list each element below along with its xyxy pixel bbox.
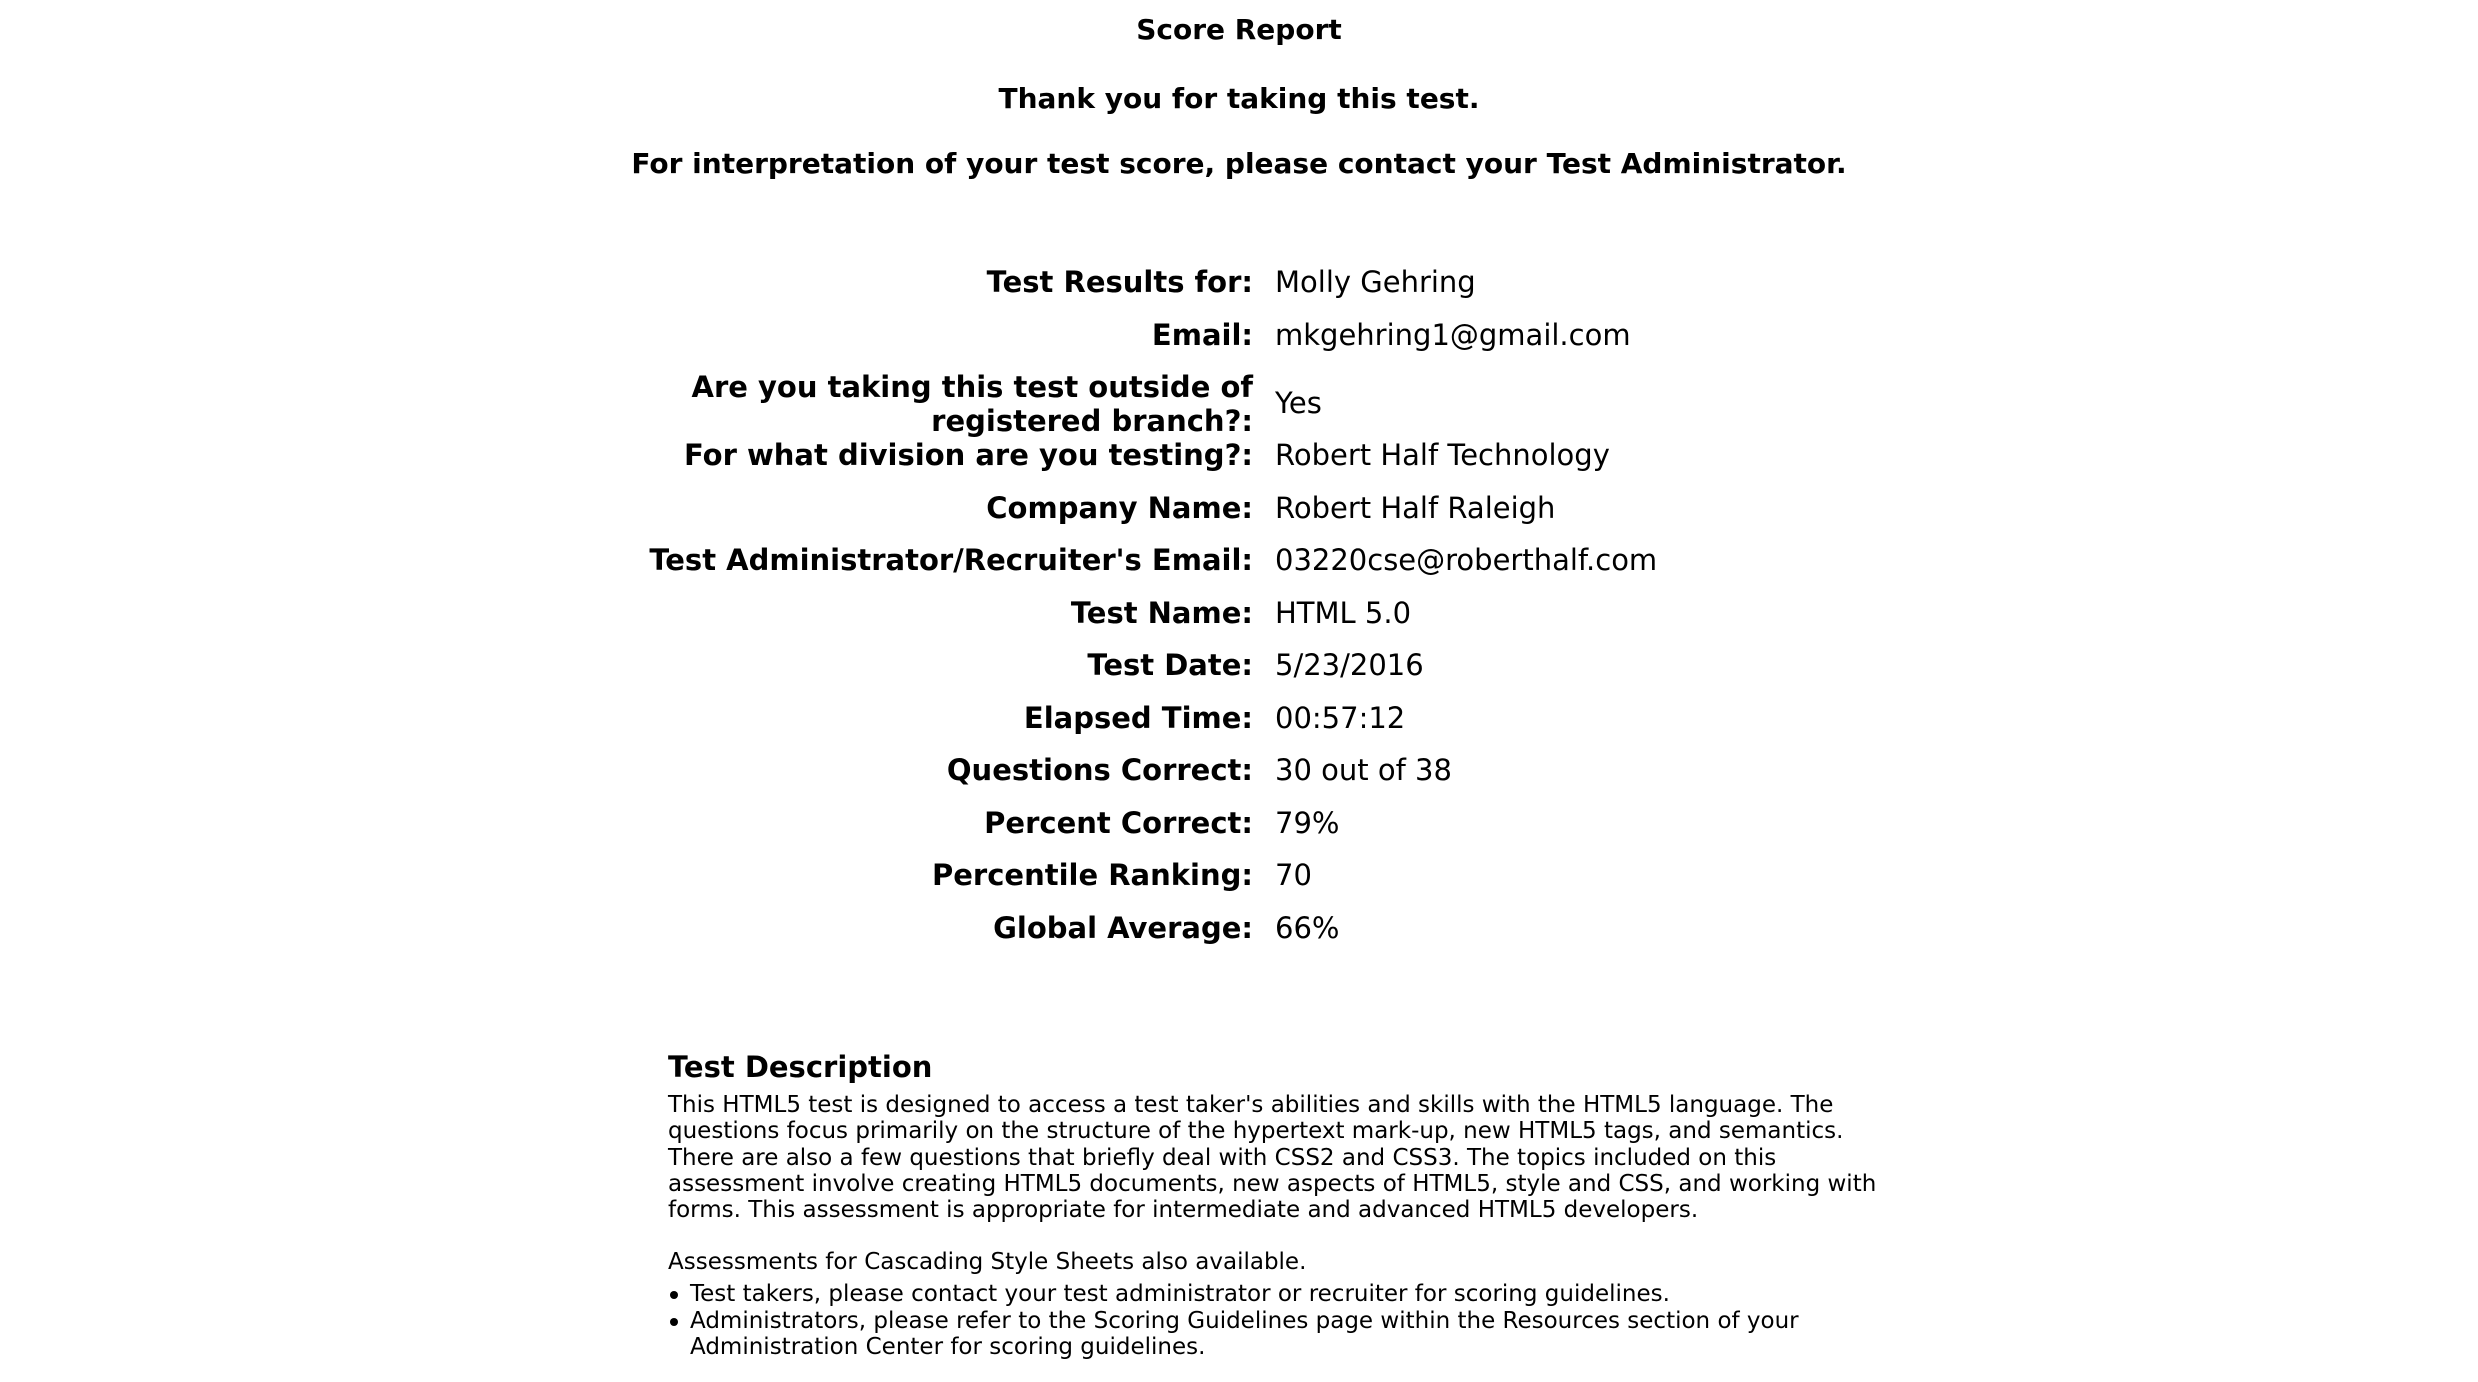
results-label: Test Administrator/Recruiter's Email: bbox=[649, 543, 1253, 577]
list-item: Administrators, please refer to the Scor… bbox=[668, 1308, 1883, 1361]
results-value: 03220cse@roberthalf.com bbox=[1275, 543, 1658, 577]
results-value: 00:57:12 bbox=[1275, 700, 1406, 735]
availability-note: Assessments for Cascading Style Sheets a… bbox=[668, 1249, 1307, 1276]
results-row: Percentile Ranking: 70 bbox=[0, 858, 2478, 911]
results-row: Percent Correct: 79% bbox=[0, 806, 2478, 859]
results-row: Test Administrator/Recruiter's Email: 03… bbox=[0, 543, 2478, 596]
results-row: Global Average: 66% bbox=[0, 911, 2478, 964]
results-value: 66% bbox=[1275, 910, 1340, 945]
results-row: Questions Correct: 30 out of 38 bbox=[0, 753, 2478, 806]
list-item-text: Administrators, please refer to the Scor… bbox=[690, 1307, 1799, 1361]
results-value: 79% bbox=[1275, 805, 1340, 840]
bullet-icon bbox=[670, 1317, 678, 1326]
results-row: For what division are you testing?: Robe… bbox=[0, 438, 2478, 491]
results-label: Global Average: bbox=[993, 910, 1253, 945]
page-title: Score Report bbox=[1136, 13, 1342, 46]
results-row: Test Results for: Molly Gehring bbox=[0, 265, 2478, 318]
results-label: Questions Correct: bbox=[946, 753, 1253, 787]
results-table: Test Results for: Molly Gehring Email: m… bbox=[0, 265, 2478, 963]
results-value: 5/23/2016 bbox=[1275, 648, 1424, 682]
guidelines-list: Test takers, please contact your test ad… bbox=[668, 1281, 1883, 1360]
results-label: Test Date: bbox=[1087, 648, 1253, 682]
description-body: This HTML5 test is designed to access a … bbox=[668, 1092, 1877, 1224]
results-label: Test Name: bbox=[1070, 595, 1253, 630]
results-value: 70 bbox=[1275, 858, 1312, 892]
results-label: Elapsed Time: bbox=[1023, 700, 1253, 735]
results-row: Are you taking this test outside of regi… bbox=[0, 370, 2478, 438]
list-item: Test takers, please contact your test ad… bbox=[668, 1281, 1883, 1307]
results-value: Yes bbox=[1275, 386, 1322, 420]
thank-you-message: Thank you for taking this test. bbox=[998, 82, 1480, 115]
results-row: Email: mkgehring1@gmail.com bbox=[0, 318, 2478, 371]
results-value: mkgehring1@gmail.com bbox=[1275, 317, 1631, 352]
results-row: Test Name: HTML 5.0 bbox=[0, 596, 2478, 649]
results-label: Test Results for: bbox=[986, 265, 1253, 299]
results-row: Elapsed Time: 00:57:12 bbox=[0, 701, 2478, 754]
results-label: Are you taking this test outside of regi… bbox=[691, 370, 1254, 438]
bullet-icon bbox=[670, 1291, 678, 1300]
results-label: Percent Correct: bbox=[984, 805, 1253, 840]
description-title: Test Description bbox=[668, 1050, 933, 1084]
results-value: Robert Half Raleigh bbox=[1275, 490, 1556, 525]
results-row: Company Name: Robert Half Raleigh bbox=[0, 491, 2478, 544]
results-label: Company Name: bbox=[986, 490, 1253, 525]
list-item-text: Test takers, please contact your test ad… bbox=[690, 1281, 1670, 1308]
results-row: Test Date: 5/23/2016 bbox=[0, 648, 2478, 701]
results-label: Percentile Ranking: bbox=[931, 858, 1253, 892]
test-description-section: Test Description This HTML5 test is desi… bbox=[668, 1050, 1883, 1360]
interpretation-note: For interpretation of your test score, p… bbox=[631, 147, 1847, 180]
results-value: 30 out of 38 bbox=[1275, 753, 1452, 787]
results-label: Email: bbox=[1151, 317, 1253, 352]
results-value: Robert Half Technology bbox=[1275, 438, 1610, 472]
results-value: Molly Gehring bbox=[1275, 265, 1476, 299]
results-label: For what division are you testing?: bbox=[684, 438, 1253, 472]
results-value: HTML 5.0 bbox=[1275, 595, 1412, 630]
